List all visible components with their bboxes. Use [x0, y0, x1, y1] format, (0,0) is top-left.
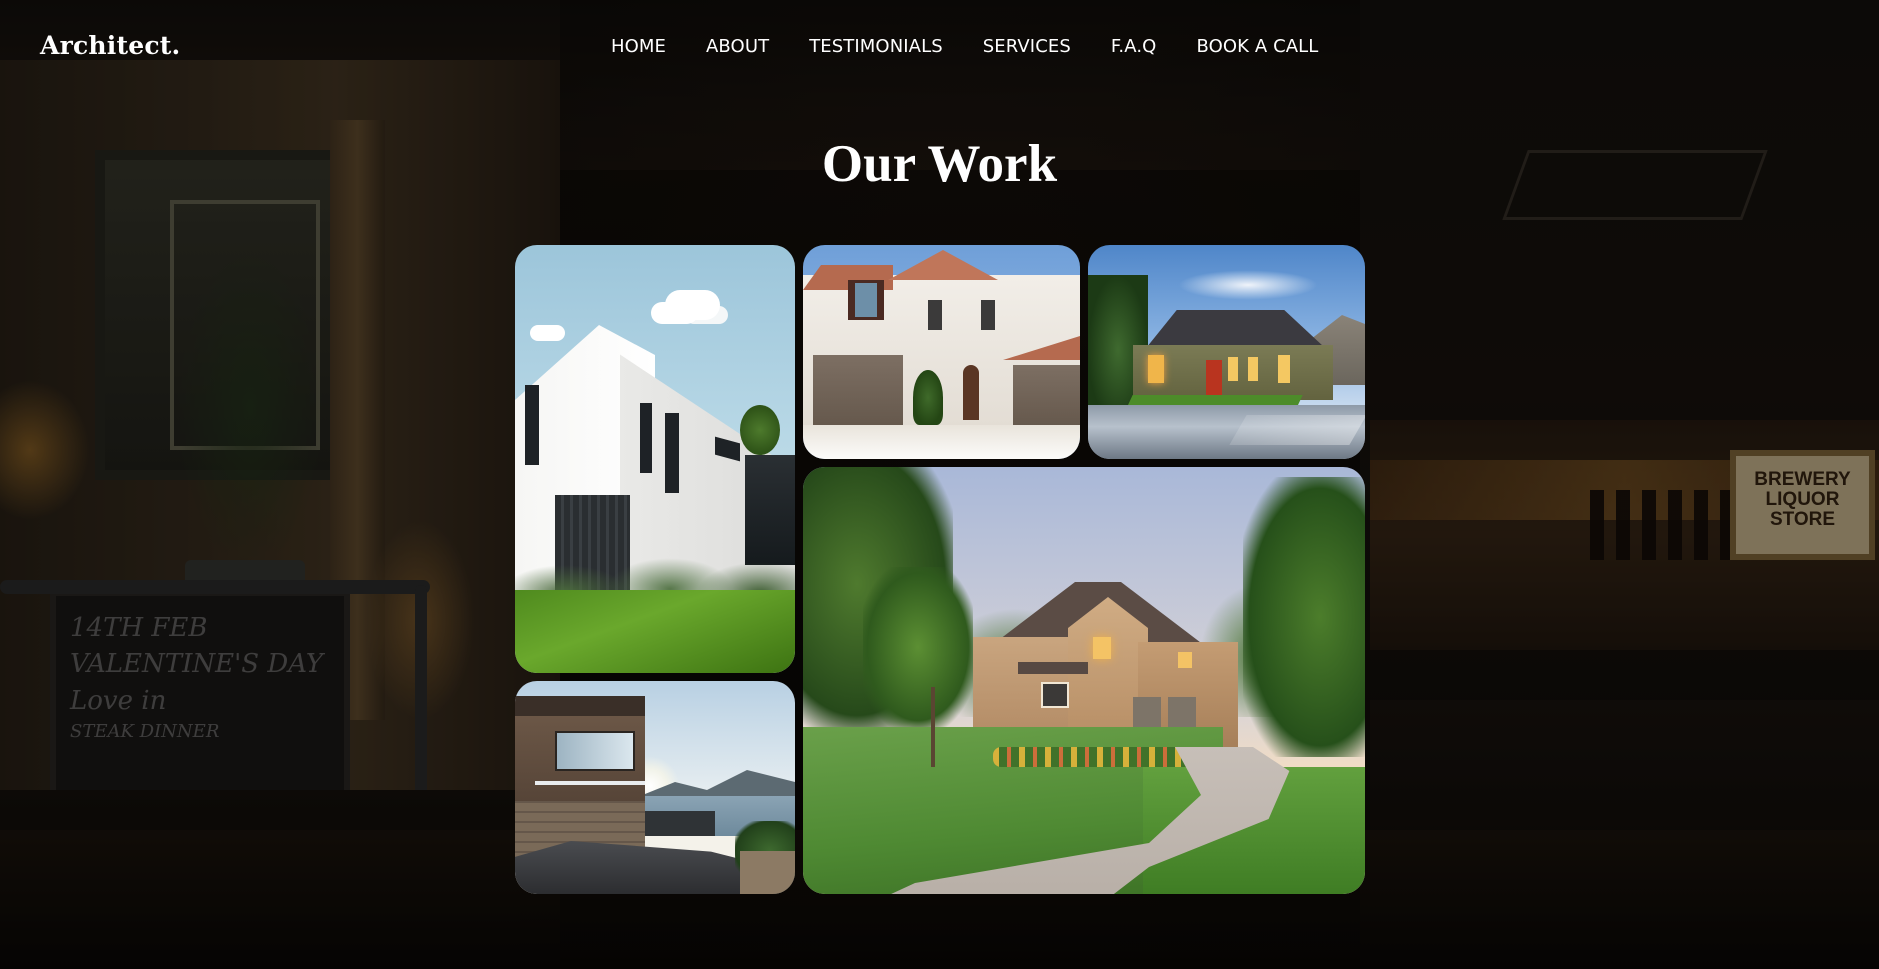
site-logo[interactable]: Architect.	[40, 31, 180, 60]
green-house-dusk-photo[interactable]	[1088, 245, 1365, 459]
site-header: Architect. HOME ABOUT TESTIMONIALS SERVI…	[0, 0, 1879, 96]
main-nav: HOME ABOUT TESTIMONIALS SERVICES F.A.Q B…	[611, 36, 1318, 57]
nav-testimonials[interactable]: TESTIMONIALS	[809, 36, 943, 57]
section-title: Our Work	[821, 135, 1058, 193]
mediterranean-villa-photo[interactable]	[803, 245, 1080, 459]
white-modern-house-photo[interactable]	[515, 245, 795, 673]
nav-services[interactable]: SERVICES	[983, 36, 1071, 57]
nav-book-a-call[interactable]: BOOK A CALL	[1196, 36, 1318, 57]
lakeside-cliff-house-photo[interactable]	[515, 681, 795, 894]
nav-about[interactable]: ABOUT	[706, 36, 769, 57]
nav-home[interactable]: HOME	[611, 36, 666, 57]
nav-faq[interactable]: F.A.Q	[1111, 36, 1157, 57]
stone-craftsman-house-photo[interactable]	[803, 467, 1365, 894]
